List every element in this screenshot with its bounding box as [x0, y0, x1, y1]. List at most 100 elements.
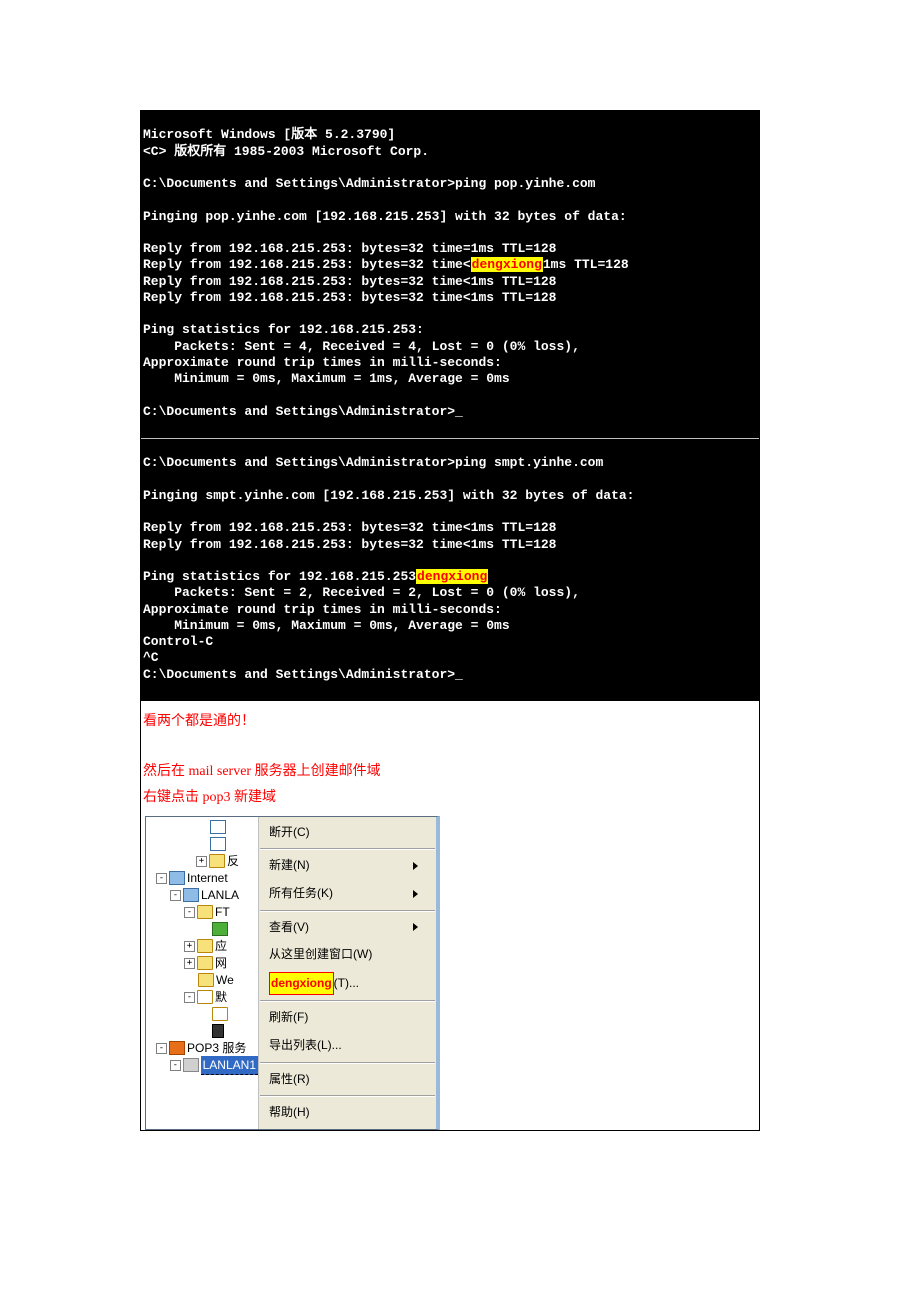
- pop3-service-icon: [169, 1041, 185, 1055]
- server-icon: [183, 1058, 199, 1072]
- collapse-icon[interactable]: -: [156, 1043, 167, 1054]
- term-line: C:\Documents and Settings\Administrator>…: [143, 667, 463, 682]
- menu-label: 刷新(F): [269, 1007, 308, 1029]
- collapse-icon[interactable]: -: [170, 1060, 181, 1071]
- menu-label: (T)...: [334, 976, 359, 990]
- folder-icon: [198, 973, 214, 987]
- tree-panel: +反 -Internet -LANLA -FT +应 +网 We -默 -POP…: [146, 817, 258, 1129]
- tree-node[interactable]: -默: [148, 989, 258, 1006]
- term-line: Approximate round trip times in milli-se…: [143, 602, 502, 617]
- menu-separator: [260, 1095, 435, 1097]
- term-line: C:\Documents and Settings\Administrator>…: [143, 176, 595, 191]
- tree-label: 应: [215, 937, 227, 955]
- term-line: Packets: Sent = 2, Received = 2, Lost = …: [143, 585, 580, 600]
- term-line: Pinging smpt.yinhe.com [192.168.215.253]…: [143, 488, 634, 503]
- tree-node[interactable]: +反: [148, 853, 258, 870]
- paragraph: 看两个都是通的！: [143, 709, 757, 734]
- menu-item-export-list[interactable]: 导出列表(L)...: [259, 1032, 436, 1060]
- menu-separator: [260, 1000, 435, 1002]
- tree-node[interactable]: - FT: [148, 904, 258, 921]
- watermark-highlight: dengxiong: [471, 257, 543, 272]
- menu-label: 帮助(H): [269, 1102, 310, 1124]
- wrench-icon: [212, 1024, 224, 1038]
- menu-item-disconnect[interactable]: 断开(C): [259, 819, 436, 847]
- paragraph: 右键点击 pop3 新建域: [143, 785, 757, 810]
- mmc-screenshot: +反 -Internet -LANLA -FT +应 +网 We -默 -POP…: [145, 816, 440, 1130]
- term-line: Reply from 192.168.215.253: bytes=32 tim…: [143, 520, 556, 535]
- expand-icon[interactable]: +: [184, 941, 195, 952]
- page-icon: [210, 837, 226, 851]
- menu-label: 新建(N): [269, 855, 310, 877]
- term-line: Minimum = 0ms, Maximum = 1ms, Average = …: [143, 371, 510, 386]
- menu-separator: [260, 1062, 435, 1064]
- page-icon: [210, 820, 226, 834]
- tree-label-selected: LANLAN1: [201, 1056, 258, 1075]
- body-text: 看两个都是通的！ 然后在 mail server 服务器上创建邮件域 右键点击 …: [141, 701, 759, 1130]
- menu-item-view[interactable]: 查看(V): [259, 914, 436, 942]
- folder-icon: [209, 854, 225, 868]
- computer-icon: [169, 871, 185, 885]
- command-prompt-output: Microsoft Windows [版本 5.2.3790] <C> 版权所有…: [141, 111, 759, 438]
- tree-label: We: [216, 971, 234, 989]
- term-line: Ping statistics for 192.168.215.253dengx…: [143, 569, 488, 584]
- expand-icon[interactable]: +: [196, 856, 207, 867]
- menu-item-all-tasks[interactable]: 所有任务(K): [259, 880, 436, 908]
- paragraph: 然后在 mail server 服务器上创建邮件域: [143, 759, 757, 784]
- menu-separator: [260, 910, 435, 912]
- term-line: Reply from 192.168.215.253: bytes=32 tim…: [143, 537, 556, 552]
- term-line: Reply from 192.168.215.253: bytes=32 tim…: [143, 257, 629, 272]
- term-line: Reply from 192.168.215.253: bytes=32 tim…: [143, 290, 556, 305]
- folder-icon: [197, 939, 213, 953]
- menu-item-rename[interactable]: dengxiong(T)...: [259, 969, 436, 999]
- term-line: Ping statistics for 192.168.215.253:: [143, 322, 424, 337]
- term-line: Control-C: [143, 634, 213, 649]
- collapse-icon[interactable]: -: [170, 890, 181, 901]
- term-line: Minimum = 0ms, Maximum = 0ms, Average = …: [143, 618, 510, 633]
- menu-label: 断开(C): [269, 822, 310, 844]
- context-menu: 断开(C) 新建(N) 所有任务(K) 查看(V) 从这里创建窗口(W) den…: [258, 817, 436, 1129]
- expand-icon[interactable]: +: [184, 958, 195, 969]
- server-icon: [183, 888, 199, 902]
- term-line: C:\Documents and Settings\Administrator>…: [143, 455, 603, 470]
- menu-item-new[interactable]: 新建(N): [259, 852, 436, 880]
- menu-item-new-window[interactable]: 从这里创建窗口(W): [259, 941, 436, 969]
- envelope-icon: [197, 990, 213, 1004]
- command-prompt-output-2: C:\Documents and Settings\Administrator>…: [141, 438, 759, 701]
- tree-label: FT: [215, 903, 230, 921]
- site-icon: [212, 922, 228, 936]
- tree-node[interactable]: +应: [148, 938, 258, 955]
- tree-node-selected[interactable]: - LANLAN1: [148, 1057, 258, 1074]
- tree-node[interactable]: - Internet: [148, 870, 258, 887]
- collapse-icon[interactable]: -: [184, 907, 195, 918]
- envelope-icon: [212, 1007, 228, 1021]
- tree-node[interactable]: - LANLA: [148, 887, 258, 904]
- term-line: Reply from 192.168.215.253: bytes=32 tim…: [143, 241, 556, 256]
- tree-node[interactable]: -POP3 服务: [148, 1040, 258, 1057]
- term-line: Pinging pop.yinhe.com [192.168.215.253] …: [143, 209, 627, 224]
- tree-label: Internet: [187, 869, 228, 887]
- tree-node[interactable]: We: [148, 972, 258, 989]
- menu-label: 从这里创建窗口(W): [269, 944, 372, 966]
- term-line: Approximate round trip times in milli-se…: [143, 355, 502, 370]
- menu-item-help[interactable]: 帮助(H): [259, 1099, 436, 1127]
- tree-label: 反: [227, 852, 239, 870]
- tree-label: 网: [215, 954, 227, 972]
- menu-label: 所有任务(K): [269, 883, 333, 905]
- menu-item-properties[interactable]: 属性(R): [259, 1066, 436, 1094]
- tree-node[interactable]: +网: [148, 955, 258, 972]
- menu-label: 查看(V): [269, 917, 309, 939]
- watermark-highlight: dengxiong: [416, 569, 488, 584]
- document-page: Microsoft Windows [版本 5.2.3790] <C> 版权所有…: [140, 110, 760, 1131]
- term-line: ^C: [143, 650, 159, 665]
- submenu-arrow-icon: [413, 890, 418, 898]
- collapse-icon[interactable]: -: [184, 992, 195, 1003]
- tree-label: LANLA: [201, 886, 239, 904]
- menu-item-refresh[interactable]: 刷新(F): [259, 1004, 436, 1032]
- folder-icon: [197, 956, 213, 970]
- tree-label: 默: [215, 988, 227, 1006]
- submenu-arrow-icon: [413, 862, 418, 870]
- folder-icon: [197, 905, 213, 919]
- submenu-arrow-icon: [413, 923, 418, 931]
- collapse-icon[interactable]: -: [156, 873, 167, 884]
- term-line: Microsoft Windows [版本 5.2.3790]: [143, 127, 395, 142]
